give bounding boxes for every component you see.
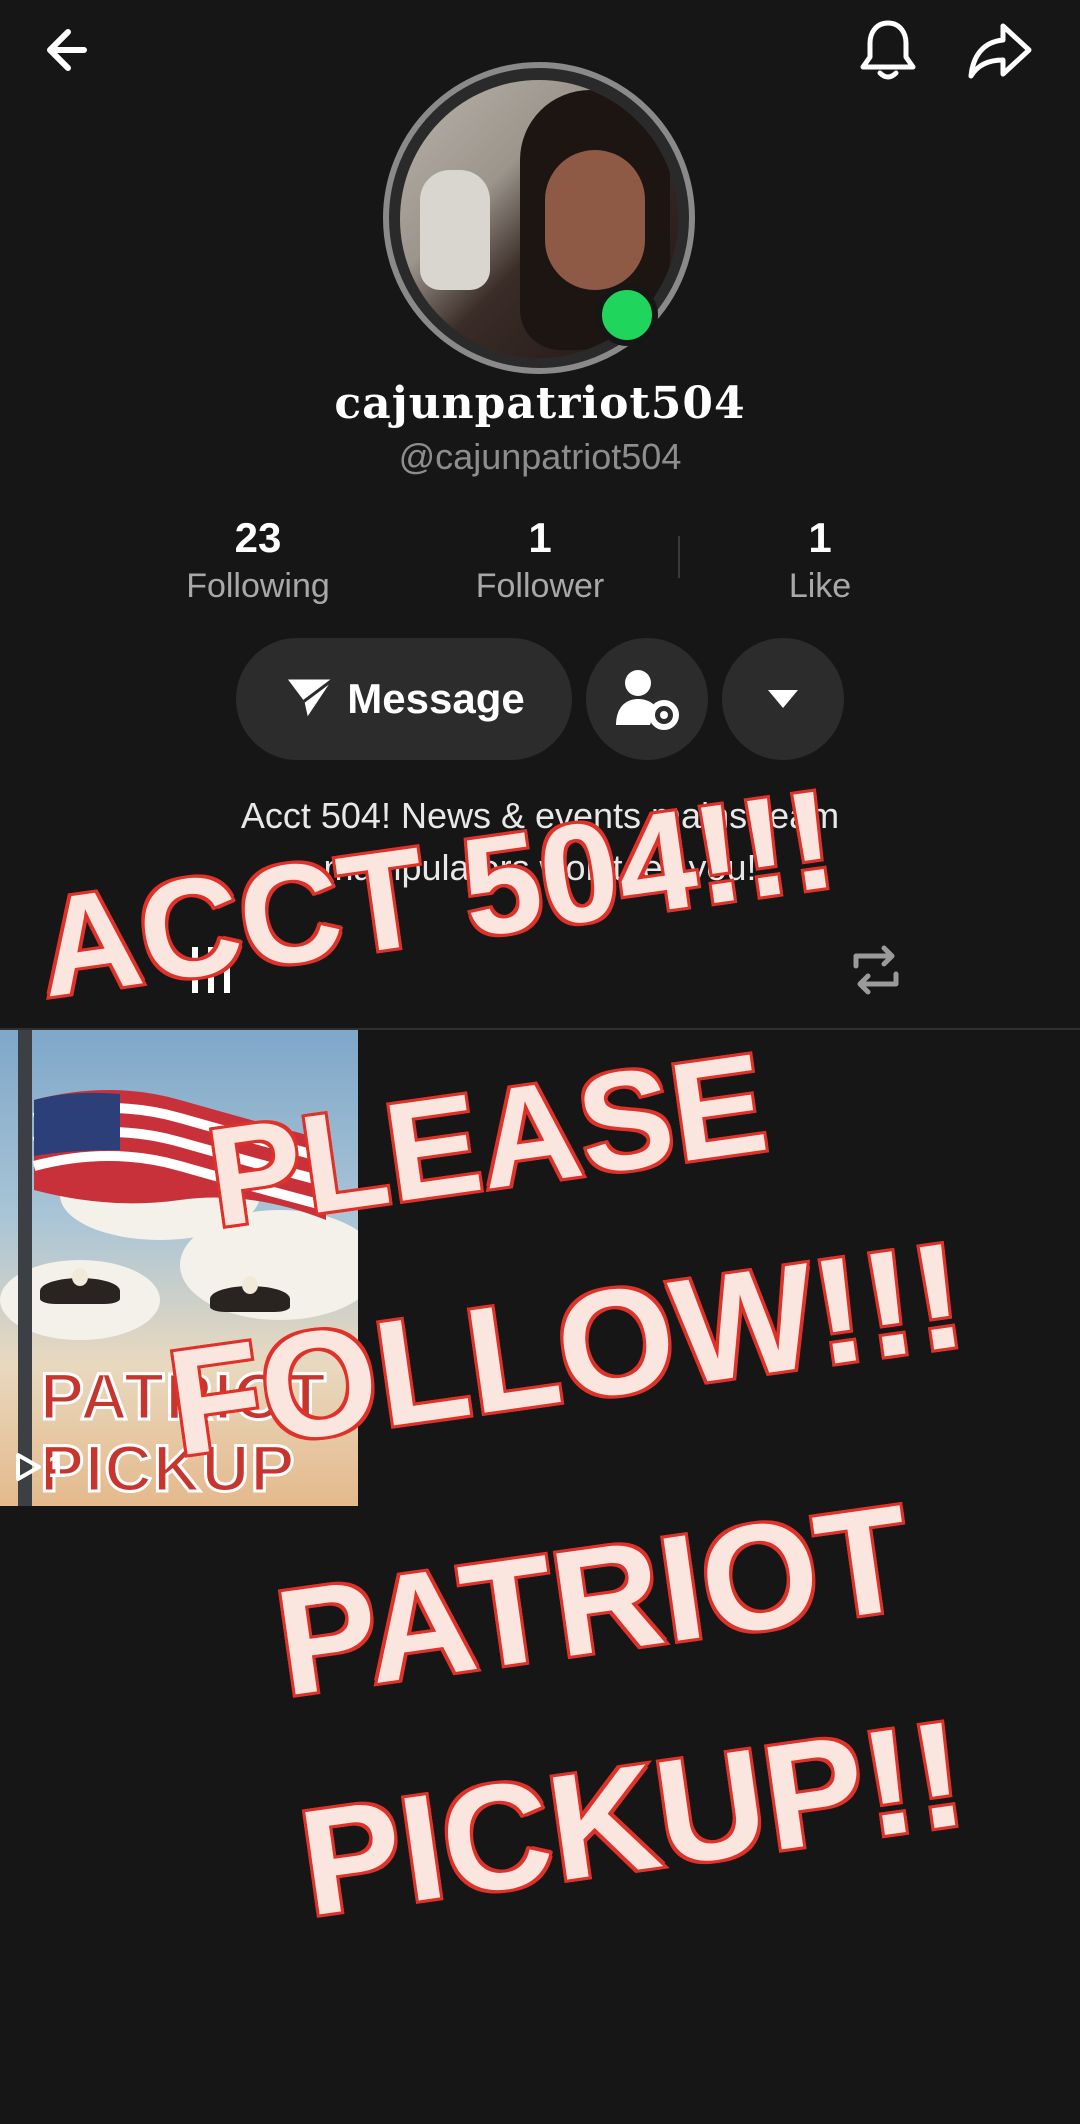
play-count: 1 [14,1448,66,1485]
stat-following[interactable]: 23 Following [138,512,378,608]
followers-count: 1 [528,514,552,561]
stat-divider [678,536,680,578]
message-label: Message [347,675,525,722]
play-icon [16,1452,41,1481]
following-label: Following [186,567,330,605]
stat-followers[interactable]: 1 Follower [420,512,660,608]
share-arrow-icon [968,23,1032,79]
display-name: cajunpatriot504 [334,378,746,429]
profile-settings-button[interactable] [586,638,708,760]
stat-likes[interactable]: 1 Like [700,512,940,608]
more-options-button[interactable] [722,638,844,760]
arrow-left-icon [47,29,87,71]
notification-bell-button[interactable] [848,12,928,88]
send-plane-icon [283,676,337,722]
back-button[interactable] [30,14,110,86]
share-button[interactable] [960,12,1040,88]
eagle-image [40,1268,120,1304]
overlay-text-line-5: PICKUP!! [288,1685,978,1950]
bell-icon [860,20,916,80]
tab-reposts[interactable] [836,940,916,1000]
play-count-value: 1 [48,1448,66,1484]
person-gear-icon [616,670,679,730]
likes-count: 1 [808,514,832,561]
message-button[interactable]: Message [236,638,572,760]
username-handle[interactable]: @cajunpatriot504 [0,436,1080,478]
followers-label: Follower [475,567,605,605]
likes-label: Like [788,567,852,605]
following-count: 23 [234,514,282,561]
repost-icon [853,945,899,995]
caret-down-icon [768,690,798,708]
online-status-dot [596,284,658,346]
overlay-text-line-4: PATRIOT [264,1470,923,1731]
